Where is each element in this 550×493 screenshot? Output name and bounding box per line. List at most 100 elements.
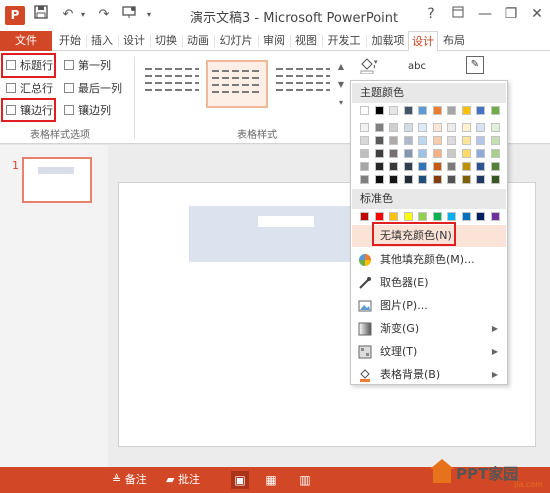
theme-shade-swatch[interactable] — [490, 123, 500, 132]
slideshow-icon[interactable] — [120, 5, 140, 25]
reading-view-icon[interactable]: ▥ — [296, 471, 314, 489]
comments-button[interactable]: ▰ 批注 — [166, 472, 200, 488]
tab-home[interactable]: 开始 — [56, 31, 84, 51]
theme-shade-swatch[interactable] — [432, 149, 442, 158]
standard-color-swatch[interactable] — [418, 212, 427, 221]
minimize-button[interactable]: — — [474, 3, 496, 25]
ribbon-display-icon[interactable] — [447, 3, 469, 25]
tab-addins[interactable]: 加载项 — [368, 31, 408, 51]
theme-color-swatch[interactable] — [403, 106, 413, 115]
theme-shade-swatch[interactable] — [418, 136, 427, 145]
theme-shade-swatch[interactable] — [432, 136, 442, 145]
undo-icon[interactable]: ↶ — [58, 5, 78, 25]
normal-view-icon[interactable]: ▣ — [231, 471, 249, 489]
tab-table-design[interactable]: 设计 — [408, 31, 438, 52]
tab-developer[interactable]: 开发工 — [324, 31, 364, 51]
standard-color-swatch[interactable] — [360, 212, 369, 221]
theme-shade-swatch[interactable] — [476, 175, 485, 184]
tab-review[interactable]: 审阅 — [260, 31, 288, 51]
theme-shade-swatch[interactable] — [476, 136, 485, 145]
theme-shade-swatch[interactable] — [360, 123, 369, 132]
theme-shade-swatch[interactable] — [403, 149, 413, 158]
close-button[interactable]: ✕ — [526, 3, 548, 25]
tab-slideshow[interactable]: 幻灯片 — [216, 31, 256, 51]
theme-color-swatch[interactable] — [447, 106, 456, 115]
theme-shade-swatch[interactable] — [432, 175, 442, 184]
more-fill-colors-menu-item[interactable]: 其他填充颜色(M)... — [352, 249, 506, 271]
theme-shade-swatch[interactable] — [389, 136, 398, 145]
theme-shade-swatch[interactable] — [432, 123, 442, 132]
theme-color-swatch[interactable] — [476, 106, 485, 115]
theme-shade-swatch[interactable] — [389, 162, 398, 171]
gallery-more-icon[interactable]: ▾ — [336, 95, 346, 111]
standard-color-swatch[interactable] — [432, 212, 442, 221]
theme-shade-swatch[interactable] — [432, 162, 442, 171]
table-style-thumb-3[interactable] — [272, 60, 334, 108]
theme-shade-swatch[interactable] — [360, 136, 369, 145]
theme-shade-swatch[interactable] — [461, 162, 471, 171]
theme-shade-swatch[interactable] — [403, 162, 413, 171]
standard-color-swatch[interactable] — [447, 212, 456, 221]
theme-shade-swatch[interactable] — [490, 136, 500, 145]
redo-icon[interactable]: ↷ — [94, 5, 114, 25]
standard-color-swatch[interactable] — [389, 212, 398, 221]
table-style-thumb-1[interactable] — [141, 60, 203, 108]
theme-shade-swatch[interactable] — [461, 136, 471, 145]
theme-shade-swatch[interactable] — [374, 175, 384, 184]
theme-shade-swatch[interactable] — [418, 162, 427, 171]
standard-color-swatch[interactable] — [476, 212, 485, 221]
gallery-down-icon[interactable]: ▼ — [336, 77, 346, 93]
theme-shade-swatch[interactable] — [447, 123, 456, 132]
theme-color-swatch[interactable] — [418, 106, 427, 115]
restore-button[interactable]: ❐ — [500, 3, 522, 25]
theme-color-swatch[interactable] — [360, 106, 369, 115]
slide-thumbnail-1[interactable] — [22, 157, 92, 203]
theme-shade-swatch[interactable] — [476, 149, 485, 158]
tab-table-layout[interactable]: 布局 — [440, 31, 468, 51]
paint-bucket-icon[interactable]: ▾ — [354, 56, 382, 78]
table-background-menu-item[interactable]: 表格背景(B) ▶ — [352, 364, 506, 386]
theme-shade-swatch[interactable] — [389, 123, 398, 132]
theme-shade-swatch[interactable] — [403, 123, 413, 132]
theme-shade-swatch[interactable] — [360, 175, 369, 184]
wordart-quick-styles-button[interactable]: abc — [408, 61, 426, 72]
theme-shade-swatch[interactable] — [389, 175, 398, 184]
tab-file[interactable]: 文件 — [0, 31, 52, 51]
standard-color-swatch[interactable] — [461, 212, 471, 221]
table-cell-selected[interactable] — [258, 216, 314, 227]
theme-shade-swatch[interactable] — [374, 149, 384, 158]
theme-shade-swatch[interactable] — [461, 123, 471, 132]
picture-menu-item[interactable]: 图片(P)... — [352, 295, 506, 317]
theme-shade-swatch[interactable] — [461, 175, 471, 184]
theme-color-swatch[interactable] — [461, 106, 471, 115]
theme-shade-swatch[interactable] — [447, 175, 456, 184]
theme-color-swatch[interactable] — [374, 106, 384, 115]
texture-menu-item[interactable]: 纹理(T) ▶ — [352, 341, 506, 363]
notes-button[interactable]: ≜ 备注 — [112, 472, 147, 488]
total-row-checkbox[interactable]: 汇总行 — [6, 80, 53, 98]
theme-shade-swatch[interactable] — [418, 175, 427, 184]
theme-color-swatch[interactable] — [389, 106, 398, 115]
last-column-checkbox[interactable]: 最后一列 — [64, 80, 122, 98]
help-button[interactable]: ? — [420, 3, 442, 25]
eyedropper-menu-item[interactable]: 取色器(E) — [352, 272, 506, 294]
theme-shade-swatch[interactable] — [490, 162, 500, 171]
theme-shade-swatch[interactable] — [360, 149, 369, 158]
theme-shade-swatch[interactable] — [374, 136, 384, 145]
theme-shade-swatch[interactable] — [374, 123, 384, 132]
theme-shade-swatch[interactable] — [476, 123, 485, 132]
theme-shade-swatch[interactable] — [374, 162, 384, 171]
theme-color-swatch[interactable] — [432, 106, 442, 115]
undo-dropdown-icon[interactable]: ▾ — [78, 5, 88, 25]
theme-shade-swatch[interactable] — [403, 175, 413, 184]
theme-shade-swatch[interactable] — [447, 149, 456, 158]
customize-qat-icon[interactable]: ▾ — [142, 5, 156, 25]
theme-shade-swatch[interactable] — [389, 149, 398, 158]
theme-shade-swatch[interactable] — [461, 149, 471, 158]
standard-color-swatch[interactable] — [490, 212, 500, 221]
banded-columns-checkbox[interactable]: 镶边列 — [64, 102, 111, 120]
theme-shade-swatch[interactable] — [490, 175, 500, 184]
theme-shade-swatch[interactable] — [418, 123, 427, 132]
tab-design[interactable]: 设计 — [120, 31, 148, 51]
standard-color-swatch[interactable] — [374, 212, 384, 221]
